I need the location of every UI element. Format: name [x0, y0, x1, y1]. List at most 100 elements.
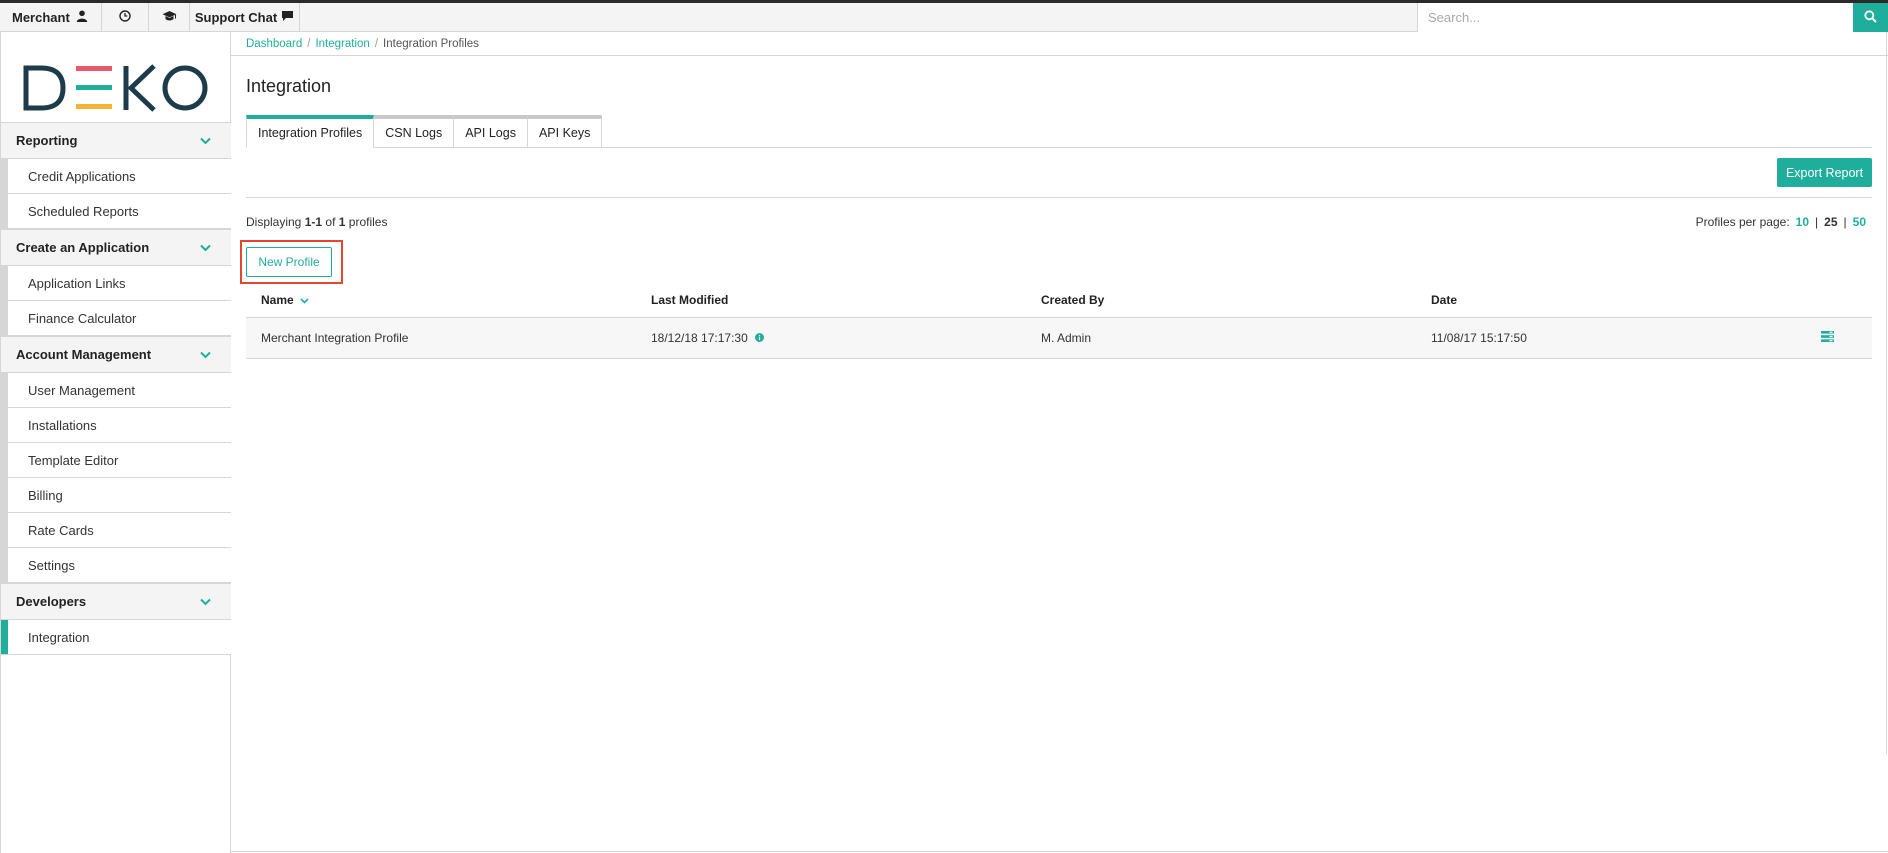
chevron-down-icon [200, 133, 211, 148]
chevron-down-icon [200, 347, 211, 362]
chevron-down-icon [200, 240, 211, 255]
tab-api-keys[interactable]: API Keys [526, 115, 603, 148]
sidebar-item-template-editor[interactable]: Template Editor [1, 443, 231, 478]
sidebar-section-reporting[interactable]: Reporting [1, 122, 231, 159]
breadcrumb-link-integration[interactable]: Integration [315, 38, 369, 50]
export-report-button[interactable]: Export Report [1777, 158, 1872, 187]
support-chat-label: Support Chat [194, 10, 278, 25]
column-label: Created By [1041, 293, 1105, 307]
chevron-down-icon [200, 594, 211, 609]
deko-logo[interactable] [23, 54, 213, 114]
new-profile-button[interactable]: New Profile [246, 247, 332, 277]
per-page-option-25[interactable]: 25 [1824, 215, 1837, 229]
summary-noun: profiles [348, 215, 388, 229]
tab-integration-profiles[interactable]: Integration Profiles [246, 115, 375, 148]
per-page-separator: | [1815, 215, 1819, 229]
merchant-menu[interactable]: Merchant [0, 3, 102, 32]
section-title: Reporting [16, 133, 78, 148]
summary-of: of [325, 215, 336, 229]
history-button[interactable] [102, 3, 149, 32]
divider [246, 147, 1872, 148]
support-chat-button[interactable]: Support Chat [190, 3, 300, 32]
column-label: Name [261, 293, 294, 307]
sidebar-item-label: Finance Calculator [28, 310, 137, 326]
cell-name: Merchant Integration Profile [261, 331, 409, 345]
user-icon [76, 10, 88, 25]
tab-csn-logs[interactable]: CSN Logs [373, 115, 455, 148]
cell-actions [1806, 331, 1872, 345]
per-page-option-10[interactable]: 10 [1796, 215, 1809, 229]
cell-created-by: M. Admin [1041, 331, 1092, 345]
page-title: Integration [246, 76, 332, 96]
breadcrumb-current: Integration Profiles [383, 37, 479, 50]
per-page-separator: | [1843, 215, 1847, 229]
sidebar-item-credit-applications[interactable]: Credit Applications [1, 159, 231, 194]
sidebar-item-scheduled-reports[interactable]: Scheduled Reports [1, 194, 231, 229]
divider [246, 197, 1872, 198]
summary-range: 1-1 [304, 215, 323, 229]
results-summary: Displaying 1-1 of 1 profiles [246, 215, 387, 229]
sidebar-section-developers[interactable]: Developers [1, 583, 231, 620]
search-box [1417, 3, 1853, 32]
merchant-label: Merchant [12, 10, 70, 25]
tab-bar: Integration Profiles CSN Logs API Logs A… [246, 115, 603, 148]
sidebar-item-rate-cards[interactable]: Rate Cards [1, 513, 231, 548]
breadcrumb: Dashboard / Integration / Integration Pr… [231, 32, 1888, 56]
section-title: Account Management [16, 347, 152, 362]
per-page-selector: Profiles per page: 10 | 25 | 50 [1696, 215, 1866, 229]
sidebar-item-integration[interactable]: Integration [1, 620, 231, 655]
sidebar-item-installations[interactable]: Installations [1, 408, 231, 443]
sidebar-item-label: Rate Cards [28, 522, 94, 538]
cell-last-modified: 18/12/18 17:17:30 [636, 331, 1026, 345]
sidebar-item-settings[interactable]: Settings [1, 548, 231, 583]
sidebar-item-label: User Management [28, 382, 135, 398]
sidebar-item-label: Billing [28, 487, 63, 503]
sidebar-item-billing[interactable]: Billing [1, 478, 231, 513]
table-row[interactable]: Merchant Integration Profile 18/12/18 17… [246, 318, 1872, 359]
column-label: Last Modified [651, 293, 729, 307]
sidebar-item-label: Template Editor [28, 452, 119, 468]
summary-prefix: Displaying [246, 215, 302, 229]
sidebar-item-label: Scheduled Reports [28, 203, 139, 219]
breadcrumb-separator: / [374, 37, 379, 50]
top-bar: Merchant Support Chat [0, 0, 1888, 32]
divider [1886, 32, 1887, 754]
breadcrumb-link-dashboard[interactable]: Dashboard [246, 38, 302, 50]
per-page-label: Profiles per page: [1695, 215, 1790, 229]
clock-icon [119, 10, 131, 25]
column-header-date: Date [1416, 293, 1806, 307]
search-input[interactable] [1418, 3, 1853, 32]
column-header-created-by: Created By [1026, 293, 1416, 307]
details-icon[interactable] [1821, 331, 1834, 345]
sidebar-item-user-management[interactable]: User Management [1, 373, 231, 408]
sidebar-item-label: Credit Applications [28, 168, 136, 184]
sort-chevron-down-icon [300, 293, 309, 307]
graduation-cap-icon [162, 10, 177, 25]
sidebar-section-account-management[interactable]: Account Management [1, 336, 231, 373]
sidebar: Reporting Credit Applications Scheduled … [0, 32, 231, 853]
sidebar-item-finance-calculator[interactable]: Finance Calculator [1, 301, 231, 336]
training-button[interactable] [149, 3, 190, 32]
sidebar-item-label: Installations [28, 417, 97, 433]
search-button[interactable] [1853, 3, 1888, 32]
profiles-table: Name Last Modified Created By Date Merch… [246, 283, 1872, 359]
sidebar-item-application-links[interactable]: Application Links [1, 266, 231, 301]
column-header-name[interactable]: Name [246, 293, 636, 307]
table-header: Name Last Modified Created By Date [246, 283, 1872, 318]
sidebar-section-create-application[interactable]: Create an Application [1, 229, 231, 266]
per-page-option-50[interactable]: 50 [1853, 215, 1866, 229]
divider [231, 851, 1888, 852]
section-title: Create an Application [16, 240, 150, 255]
info-icon[interactable] [754, 331, 764, 345]
sidebar-item-label: Integration [28, 629, 90, 645]
cell-date: 11/08/17 15:17:50 [1431, 331, 1527, 345]
section-title: Developers [16, 594, 87, 609]
cell-last-modified-value: 18/12/18 17:17:30 [651, 331, 748, 345]
breadcrumb-separator: / [307, 37, 311, 50]
chat-icon [281, 10, 294, 25]
sidebar-item-label: Settings [28, 557, 75, 573]
search-icon [1864, 9, 1877, 26]
summary-total: 1 [338, 215, 346, 229]
sidebar-item-label: Application Links [28, 275, 126, 291]
tab-api-logs[interactable]: API Logs [453, 115, 528, 148]
